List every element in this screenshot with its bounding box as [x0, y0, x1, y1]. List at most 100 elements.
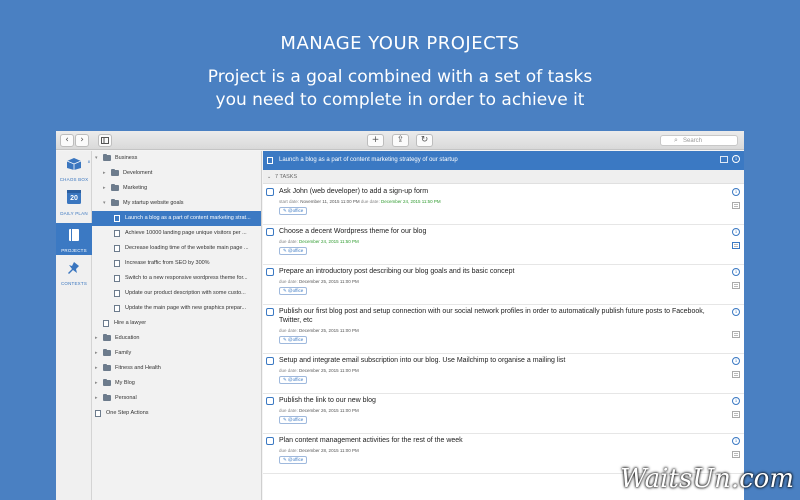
project-doc-icon	[95, 410, 101, 417]
task-title: Publish our first blog post and setup co…	[279, 308, 705, 324]
tree-item-label: Develoment	[123, 170, 153, 176]
task-checkbox[interactable]	[266, 268, 274, 276]
project-doc-icon	[114, 290, 120, 297]
context-tag[interactable]: ✎ @office	[279, 376, 308, 384]
calendar-day: 20	[70, 195, 78, 202]
tree-item-seo-traffic[interactable]: Increase traffic from SEO by 300%	[92, 256, 261, 271]
tree-item-product-description[interactable]: Update our product description with some…	[92, 286, 261, 301]
search-input[interactable]: ⌕ Search	[660, 135, 738, 146]
watermark: WaitsUn.com	[620, 464, 794, 494]
tree-item-develoment[interactable]: ▸ Develoment	[92, 166, 261, 181]
add-button[interactable]: +	[367, 134, 384, 147]
notes-icon[interactable]	[720, 156, 728, 163]
task-checkbox[interactable]	[266, 308, 274, 316]
task-checkbox[interactable]	[266, 397, 274, 405]
task-checkbox[interactable]	[266, 437, 274, 445]
context-tag[interactable]: ✎ @office	[279, 287, 308, 295]
info-icon[interactable]: i	[732, 188, 740, 196]
tree-item-education[interactable]: ▸ Education	[92, 331, 261, 346]
notes-icon[interactable]	[732, 451, 740, 458]
tree-item-label: One Step Actions	[106, 410, 149, 416]
tree-item-personal[interactable]: ▸ Personal	[92, 391, 261, 406]
sidebar-toggle-button[interactable]	[98, 134, 112, 147]
tree-item-label: Personal	[115, 395, 137, 401]
context-tag-label: @office	[288, 377, 304, 382]
chevron-right-icon: ▸	[95, 335, 98, 341]
info-icon[interactable]: i	[732, 308, 740, 316]
folder-icon	[103, 379, 111, 386]
search-icon: ⌕	[674, 137, 678, 144]
task-row[interactable]: Publish the link to our new blog due dat…	[263, 394, 744, 434]
tree-item-one-step-actions[interactable]: One Step Actions	[92, 406, 261, 421]
info-icon[interactable]: i	[732, 397, 740, 405]
tree-item-launch-blog[interactable]: Launch a blog as a part of content marke…	[92, 211, 261, 226]
tree-item-label: Fitness and Health	[115, 365, 161, 371]
sync-button[interactable]: ↻	[416, 134, 433, 147]
tree-item-business[interactable]: ▾ Business	[92, 151, 261, 166]
chevron-down-icon: ▾	[95, 155, 98, 161]
notes-icon[interactable]	[732, 411, 740, 418]
notes-icon[interactable]	[732, 242, 740, 249]
tree-item-my-startup-website-goals[interactable]: ▾ My startup website goals	[92, 196, 261, 211]
task-panel: Launch a blog as a part of content marke…	[263, 151, 744, 500]
info-icon[interactable]: i	[732, 228, 740, 236]
task-row[interactable]: Prepare an introductory post describing …	[263, 265, 744, 305]
task-dates: due date: December 25, 2015 11:00 PM	[279, 368, 359, 373]
tree-item-label: My Blog	[115, 380, 135, 386]
due-date: December 25, 2015 11:00 PM	[299, 279, 359, 284]
notes-icon[interactable]	[732, 202, 740, 209]
tree-item-hire-lawyer[interactable]: Hire a lawyer	[92, 316, 261, 331]
tree-item-my-blog[interactable]: ▸ My Blog	[92, 376, 261, 391]
tasks-group-header[interactable]: ⌄ 7 TASKS	[263, 170, 744, 184]
tree-item-loading-time[interactable]: Decrease loading time of the website mai…	[92, 241, 261, 256]
context-tag[interactable]: ✎ @office	[279, 207, 308, 215]
context-tag[interactable]: ✎ @office	[279, 247, 308, 255]
due-date-label: due date:	[279, 279, 298, 284]
tree-item-marketing[interactable]: ▸ Marketing	[92, 181, 261, 196]
hero-subheadline-line-2: you need to complete in order to achieve…	[215, 90, 585, 110]
project-header: Launch a blog as a part of content marke…	[263, 151, 744, 170]
info-icon[interactable]: i	[732, 357, 740, 365]
project-title: Launch a blog as a part of content marke…	[279, 157, 458, 163]
task-title: Choose a decent Wordpress theme for our …	[279, 228, 427, 235]
info-icon[interactable]: i	[732, 268, 740, 276]
task-row[interactable]: Setup and integrate email subscription i…	[263, 354, 744, 394]
nav-projects[interactable]: PROJECTS	[56, 223, 92, 255]
nav-contexts-label: CONTEXTS	[60, 281, 88, 286]
task-row[interactable]: Ask John (web developer) to add a sign-u…	[263, 185, 744, 225]
tree-item-family[interactable]: ▸ Family	[92, 346, 261, 361]
context-tag-label: @office	[288, 337, 304, 342]
forward-button[interactable]: ›	[75, 134, 89, 147]
info-icon[interactable]: i	[732, 155, 740, 163]
notes-icon[interactable]	[732, 331, 740, 338]
tree-item-landing-visitors[interactable]: Achieve 10000 landing page unique visito…	[92, 226, 261, 241]
tree-item-main-page-graphics[interactable]: Update the main page with new graphics p…	[92, 301, 261, 316]
start-date: November 11, 2015 11:00 PM	[300, 199, 360, 204]
project-tree: ▾ Business ▸ Develoment ▸ Marketing ▾ My…	[92, 151, 262, 500]
nav-contexts[interactable]: CONTEXTS	[56, 261, 92, 289]
task-dates: due date: December 28, 2015 11:00 PM	[279, 448, 359, 453]
task-row[interactable]: Publish our first blog post and setup co…	[263, 305, 744, 354]
tasks-count: 7 TASKS	[275, 174, 298, 180]
notes-icon[interactable]	[732, 282, 740, 289]
info-icon[interactable]: i	[732, 437, 740, 445]
tree-item-label: Increase traffic from SEO by 300%	[125, 260, 210, 266]
context-tag[interactable]: ✎ @office	[279, 336, 308, 344]
tree-item-wordpress-theme[interactable]: Switch to a new responsive wordpress the…	[92, 271, 261, 286]
back-button[interactable]: ‹	[60, 134, 74, 147]
folder-icon	[111, 184, 119, 191]
task-row[interactable]: Choose a decent Wordpress theme for our …	[263, 225, 744, 265]
task-checkbox[interactable]	[266, 188, 274, 196]
task-checkbox[interactable]	[266, 357, 274, 365]
chevron-right-icon: ▸	[95, 365, 98, 371]
share-button[interactable]: ⇪	[392, 134, 409, 147]
notes-icon[interactable]	[732, 371, 740, 378]
project-doc-icon	[114, 275, 120, 282]
context-tag[interactable]: ✎ @office	[279, 456, 308, 464]
context-tag[interactable]: ✎ @office	[279, 416, 308, 424]
nav-daily-plan[interactable]: 20 DAILY PLAN	[56, 189, 92, 217]
due-date: December 24, 2015 11:50 PM	[380, 199, 441, 204]
nav-chaos-box[interactable]: 8 CHAOS BOX	[56, 157, 92, 183]
task-checkbox[interactable]	[266, 228, 274, 236]
tree-item-fitness[interactable]: ▸ Fitness and Health	[92, 361, 261, 376]
